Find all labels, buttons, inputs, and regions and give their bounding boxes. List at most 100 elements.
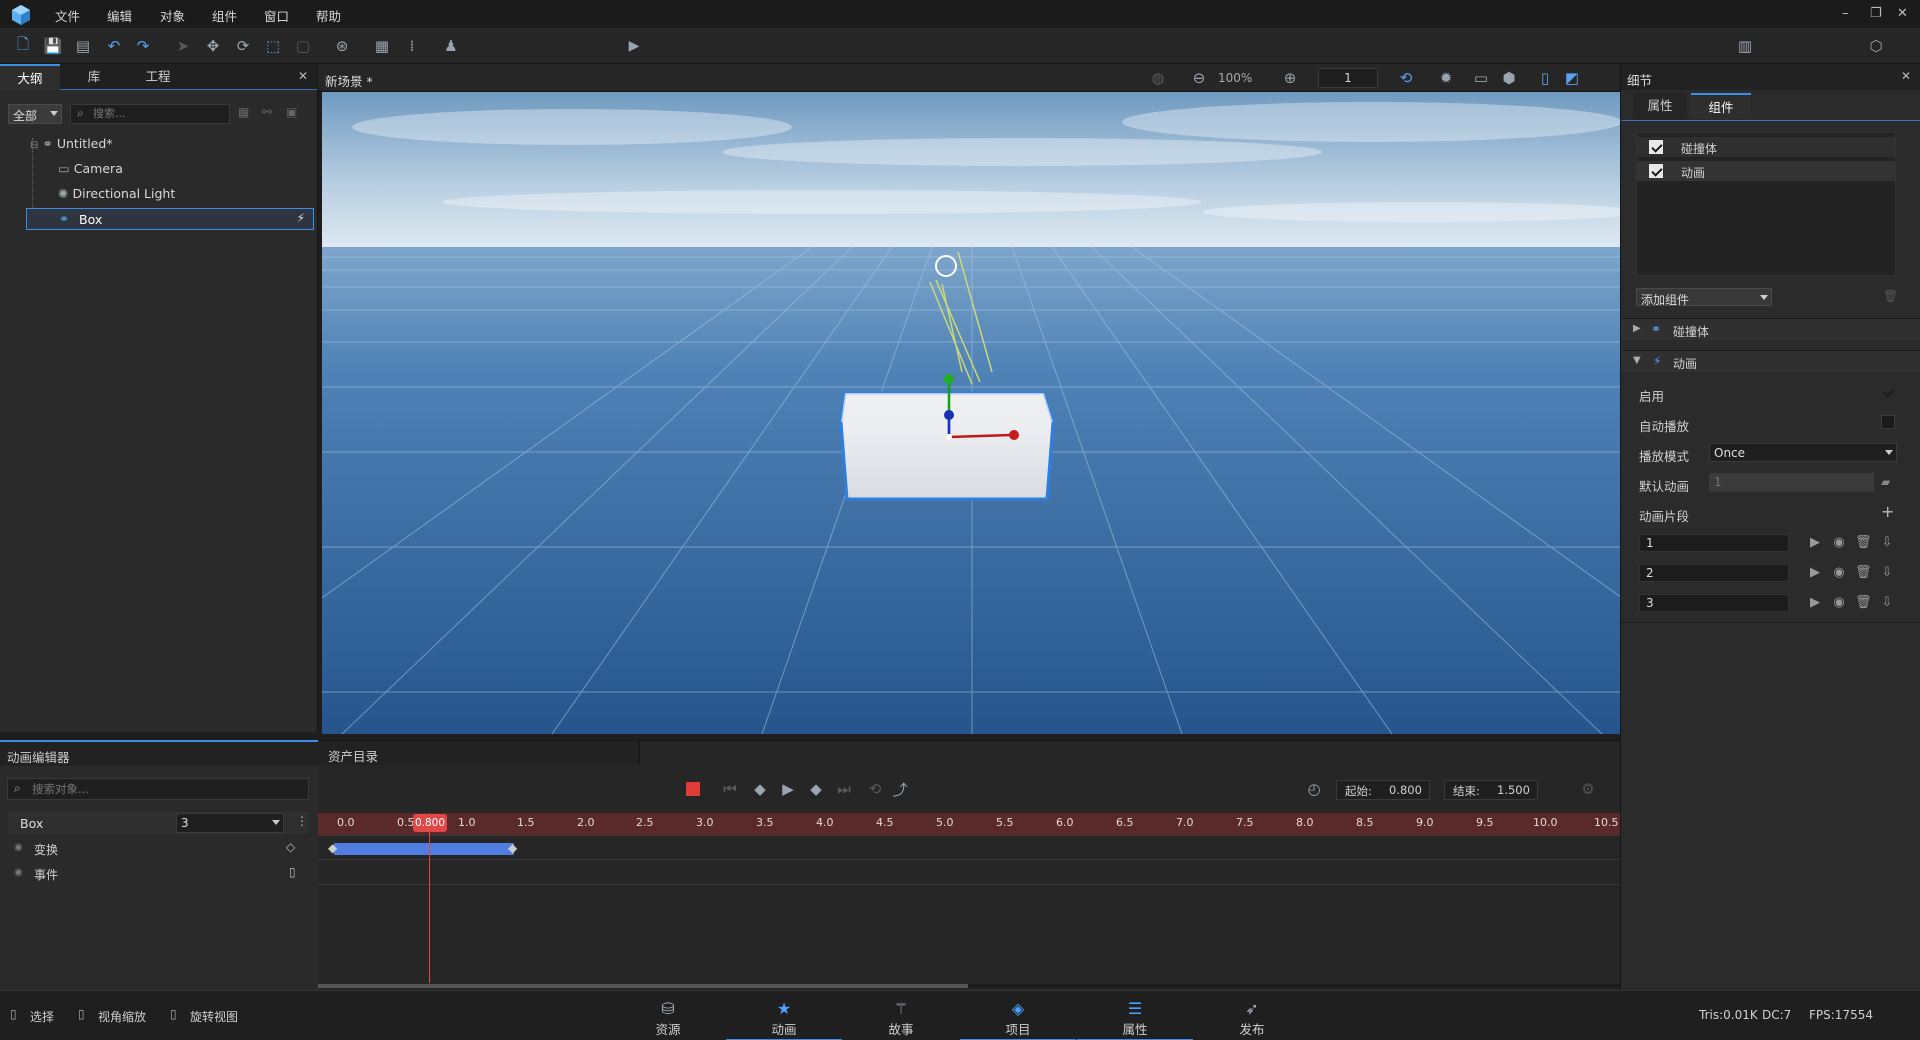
eye-icon[interactable]: ◉ bbox=[14, 867, 23, 878]
curve-icon[interactable]: ⤴ bbox=[890, 779, 910, 799]
default-anim-field[interactable]: 1 bbox=[1709, 473, 1874, 492]
pivot-icon[interactable]: ⊛ bbox=[332, 36, 352, 56]
asset-tab[interactable]: 资产目录 bbox=[318, 741, 640, 765]
collapse-icon[interactable]: ⊟ bbox=[30, 140, 38, 151]
anim-search-input[interactable] bbox=[32, 782, 292, 796]
zoom-in-icon[interactable]: ⊕ bbox=[1280, 68, 1300, 88]
playhead-marker[interactable]: 0.800 bbox=[413, 814, 447, 832]
add-object-icon[interactable]: ▦ bbox=[238, 105, 249, 119]
end-time-field[interactable]: 结束: 1.500 bbox=[1444, 780, 1538, 800]
more-menu-icon[interactable]: ⋮ bbox=[296, 814, 308, 828]
play-mode-dropdown[interactable]: Once bbox=[1709, 443, 1897, 462]
bottom-tab-animation[interactable]: ★ 动画 bbox=[726, 991, 842, 1040]
image-icon[interactable]: ▣ bbox=[286, 105, 297, 119]
section-animation[interactable]: ▼ ⚡ 动画 bbox=[1621, 350, 1920, 372]
transform-keyframe-span[interactable] bbox=[334, 843, 514, 855]
frame-input[interactable]: 1 bbox=[1318, 68, 1378, 88]
clip-row[interactable]: 3 bbox=[1639, 594, 1789, 612]
scale-tool-icon[interactable]: ⬚ bbox=[263, 36, 283, 56]
rotate-tool-icon[interactable]: ⟳ bbox=[233, 36, 253, 56]
zoom-mode-icon[interactable]: ▯ bbox=[78, 1007, 85, 1021]
track-row[interactable]: ◉ 事件 ▯ bbox=[8, 863, 308, 885]
bottom-tab-project[interactable]: ◈ 项目 bbox=[960, 991, 1076, 1040]
rotate-mode-label[interactable]: 旋转视图 bbox=[190, 1008, 238, 1025]
anim-search[interactable]: ⌕ bbox=[7, 778, 309, 800]
clip-dropdown[interactable]: 3 bbox=[176, 813, 284, 833]
select-tool-icon[interactable]: ➤ bbox=[173, 36, 193, 56]
clip-eye-icon[interactable]: ◉ bbox=[1831, 565, 1847, 581]
menu-component[interactable]: 组件 bbox=[212, 6, 237, 25]
save-icon[interactable]: 💾 bbox=[43, 36, 63, 56]
add-component-dropdown[interactable]: 添加组件 bbox=[1636, 288, 1772, 307]
tab-outline[interactable]: 大纲 bbox=[0, 64, 60, 90]
timeline-settings-icon[interactable]: ⚙ bbox=[1578, 779, 1598, 799]
gizmo-icon[interactable]: ◍ bbox=[1148, 68, 1168, 88]
zoom-out-icon[interactable]: ⊖ bbox=[1189, 68, 1209, 88]
tree-item-untitled[interactable]: ⊟ ⚭ Untitled* bbox=[30, 133, 113, 155]
last-frame-icon[interactable]: ⏭ bbox=[834, 779, 854, 799]
component-row-animation[interactable]: 动画 bbox=[1637, 161, 1895, 181]
move-tool-icon[interactable]: ✥ bbox=[203, 36, 223, 56]
redo-icon[interactable]: ↷ bbox=[133, 36, 153, 56]
tree-item-directional-light[interactable]: ✺ Directional Light bbox=[58, 183, 175, 205]
tab-library[interactable]: 库 bbox=[64, 64, 124, 90]
first-frame-icon[interactable]: ⏮ bbox=[720, 779, 740, 799]
tab-project[interactable]: 工程 bbox=[128, 64, 188, 90]
cube-view-icon[interactable]: ⬢ bbox=[1499, 68, 1519, 88]
menu-object[interactable]: 对象 bbox=[160, 6, 185, 25]
rotate-mode-icon[interactable]: ▯ bbox=[170, 1007, 177, 1021]
link-icon[interactable]: ⚯ bbox=[262, 105, 272, 119]
layout-icon[interactable]: ▥ bbox=[1735, 36, 1755, 56]
next-key-icon[interactable]: ◆ bbox=[806, 779, 826, 799]
rect-tool-icon[interactable]: ▢ bbox=[293, 36, 313, 56]
new-file-icon[interactable]: 🗋 bbox=[13, 35, 33, 56]
menu-window[interactable]: 窗口 bbox=[264, 6, 289, 25]
keyframe-end-icon[interactable]: ◆ bbox=[508, 841, 517, 855]
outline-search[interactable]: ⌕ bbox=[70, 104, 230, 124]
perspective-icon[interactable]: ▯ bbox=[1535, 68, 1555, 88]
tree-item-camera[interactable]: ▭ Camera bbox=[58, 158, 123, 180]
filter-dropdown[interactable]: 全部 bbox=[8, 104, 62, 124]
time-ruler[interactable]: 0.0 0.5 1.0 1.5 2.0 2.5 3.0 3.5 4.0 4.5 … bbox=[318, 813, 1620, 835]
clip-play-icon[interactable]: ▶ bbox=[1807, 535, 1823, 551]
stats-icon[interactable]: ◩ bbox=[1562, 68, 1582, 88]
outline-search-input[interactable] bbox=[93, 107, 223, 120]
camera-view-icon[interactable]: ▭ bbox=[1471, 68, 1491, 88]
box-object[interactable] bbox=[839, 391, 1055, 501]
clip-row[interactable]: 2 bbox=[1639, 564, 1789, 582]
zoom-mode-label[interactable]: 视角缩放 bbox=[98, 1008, 146, 1025]
animation-checkbox[interactable] bbox=[1649, 164, 1663, 178]
clip-eye-icon[interactable]: ◉ bbox=[1831, 535, 1847, 551]
bottom-tab-resources[interactable]: ⛁ 资源 bbox=[610, 991, 726, 1040]
autoplay-checkbox[interactable] bbox=[1881, 415, 1895, 429]
select-mode-label[interactable]: 选择 bbox=[30, 1008, 54, 1025]
tab-components[interactable]: 组件 bbox=[1691, 93, 1751, 119]
folder-icon[interactable]: ▰ bbox=[1881, 475, 1890, 489]
play-timeline-icon[interactable]: ▶ bbox=[778, 779, 798, 799]
clip-export-icon[interactable]: ⇩ bbox=[1879, 595, 1895, 611]
bottom-tab-story[interactable]: ⚚ 故事 bbox=[843, 991, 959, 1040]
start-time-field[interactable]: 起始: 0.800 bbox=[1336, 780, 1430, 800]
clip-play-icon[interactable]: ▶ bbox=[1807, 565, 1823, 581]
play-icon[interactable]: ▶ bbox=[624, 36, 644, 56]
menu-file[interactable]: 文件 bbox=[55, 6, 80, 25]
clip-delete-icon[interactable]: 🗑 bbox=[1855, 595, 1872, 611]
eye-icon[interactable]: ◉ bbox=[14, 842, 23, 853]
settings-hex-icon[interactable]: ⬡ bbox=[1866, 36, 1886, 56]
section-collider[interactable]: ▶ ⚭ 碰撞体 bbox=[1621, 318, 1920, 340]
snap-grid-icon[interactable]: ⁞ bbox=[402, 36, 422, 56]
prev-key-icon[interactable]: ◆ bbox=[750, 779, 770, 799]
collider-checkbox[interactable] bbox=[1649, 140, 1663, 154]
add-clip-icon[interactable]: + bbox=[1881, 502, 1894, 521]
grid-icon[interactable]: ▦ bbox=[372, 36, 392, 56]
clip-delete-icon[interactable]: 🗑 bbox=[1855, 565, 1872, 581]
clip-eye-icon[interactable]: ◉ bbox=[1831, 595, 1847, 611]
tab-properties[interactable]: 属性 bbox=[1633, 93, 1687, 119]
clip-export-icon[interactable]: ⇩ bbox=[1879, 565, 1895, 581]
record-icon[interactable] bbox=[686, 782, 700, 796]
minimize-icon[interactable]: – bbox=[1842, 6, 1849, 21]
enabled-checkbox[interactable] bbox=[1881, 385, 1895, 399]
keyframe-icon[interactable]: ◇ bbox=[286, 840, 295, 854]
tree-item-box[interactable]: ⚭ Box ⚡ bbox=[26, 208, 314, 230]
lighting-icon[interactable]: ✹ bbox=[1436, 68, 1456, 88]
